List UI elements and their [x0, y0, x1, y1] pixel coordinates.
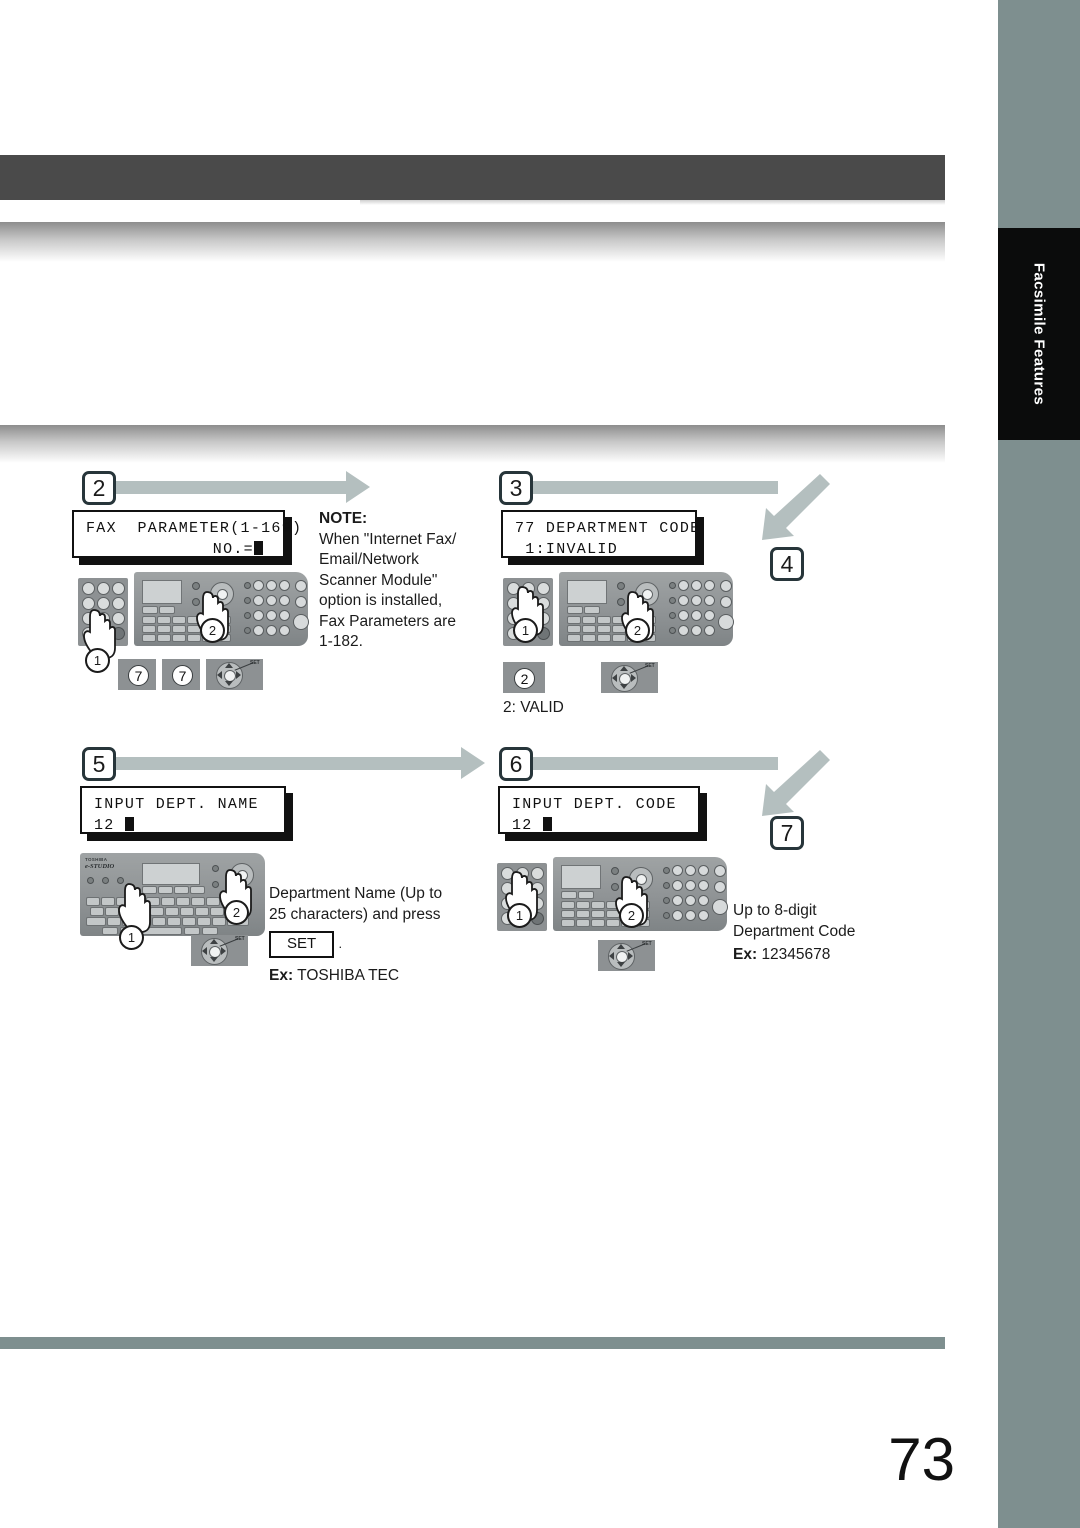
lcd-step-5: INPUT DEPT. NAME 12	[80, 786, 293, 841]
step6-example-label: Ex:	[733, 946, 758, 963]
footer-rule	[0, 1337, 945, 1349]
note-line-2: Email/Network	[319, 551, 419, 568]
step6-caption-line-1: Up to 8-digit	[733, 902, 817, 919]
arrow-step3-bend	[762, 474, 830, 540]
step-badge-3: 3	[499, 471, 533, 505]
setpad-label: SET	[645, 663, 655, 669]
note-block: NOTE: When "Internet Fax/ Email/Network …	[319, 509, 484, 653]
lcd-line-2: 12	[94, 817, 125, 834]
model-logo: e-STUDIO	[85, 863, 115, 870]
step5-caption-line-1: Department Name (Up to	[269, 885, 443, 902]
set-key-button[interactable]: SET	[269, 931, 335, 958]
lcd-step-2: FAX PARAMETER(1-169) NO.=	[72, 510, 303, 565]
arrow-step5-head	[461, 747, 485, 779]
sidebar-tab-label: Facsimile Features	[1030, 262, 1048, 406]
step6-caption: Up to 8-digit Department Code Ex: 123456…	[733, 901, 923, 966]
key-label: 7	[128, 665, 149, 686]
step5-caption-line-2: 25 characters) and press	[269, 905, 441, 923]
key-illustration-7-a: 7	[118, 659, 156, 690]
step-badge-7: 7	[770, 816, 804, 850]
panel-lcd	[142, 580, 182, 604]
gradient-band-middle	[0, 425, 945, 463]
lcd-line-1: INPUT DEPT. NAME	[94, 796, 259, 813]
note-line-1: When "Internet Fax/	[319, 530, 457, 548]
key-illustration-set-pad: SET	[206, 659, 263, 690]
arrow-step2-shaft	[116, 481, 346, 494]
step6-example-value: 12345678	[761, 946, 831, 963]
lcd-line-2: 1:INVALID	[515, 541, 619, 558]
key-illustration-2: 2	[503, 662, 545, 693]
step5-caption: Department Name (Up to 25 characters) an…	[269, 884, 469, 986]
lcd-step-6: INPUT DEPT. CODE 12	[498, 786, 707, 841]
step-badge-6: 6	[499, 747, 533, 781]
arrow-step6-shaft	[533, 757, 778, 770]
setpad-label: SET	[235, 936, 245, 942]
lcd-step-3: 77 DEPARTMENT CODE 1:INVALID	[501, 510, 704, 565]
hand-marker-2: 2	[224, 900, 249, 925]
hand-marker-2: 2	[619, 903, 644, 928]
step-badge-4: 4	[770, 547, 804, 581]
hand-marker-1: 1	[119, 925, 144, 950]
arrow-step5-shaft	[116, 757, 461, 770]
lcd-cursor-icon	[254, 541, 263, 555]
sidebar-tab-facsimile-features: Facsimile Features	[998, 228, 1080, 440]
key-label: 7	[172, 665, 193, 686]
key-illustration-set-pad: SET	[598, 940, 655, 971]
brand-logo: TOSHIBA	[85, 857, 108, 862]
setpad-label: SET	[250, 660, 260, 666]
note-line-6: 1-182.	[319, 633, 363, 650]
arrow-step6-bend	[762, 750, 830, 816]
hand-marker-1: 1	[507, 903, 532, 928]
hand-marker-1: 1	[85, 648, 110, 673]
set-key-suffix: .	[338, 936, 343, 951]
step5-example-label: Ex:	[269, 966, 294, 984]
lcd-line-1: INPUT DEPT. CODE	[512, 796, 677, 813]
step6-caption-line-2: Department Code	[733, 922, 856, 940]
note-line-4: option is installed,	[319, 592, 443, 609]
lcd-line-2: NO.=	[212, 541, 254, 558]
lcd-line-1: FAX PARAMETER(1-169)	[86, 520, 303, 537]
panel-lcd	[567, 580, 607, 604]
panel-lcd	[561, 865, 601, 889]
hand-marker-1: 1	[513, 618, 538, 643]
note-title: NOTE:	[319, 510, 368, 527]
lcd-line-2: 12	[512, 817, 543, 834]
lcd-line-1: 77 DEPARTMENT CODE	[515, 520, 701, 537]
page-number: 73	[888, 1426, 955, 1493]
step3-caption: 2: VALID	[503, 699, 564, 716]
arrow-step2-head	[346, 471, 370, 503]
step-badge-2: 2	[82, 471, 116, 505]
arrow-step3-shaft	[533, 481, 778, 494]
header-bar	[0, 155, 945, 200]
note-line-3: Scanner Module"	[319, 571, 438, 589]
key-illustration-7-b: 7	[162, 659, 200, 690]
header-bar-shadow	[360, 200, 945, 205]
note-line-5: Fax Parameters are	[319, 612, 456, 630]
step-badge-5: 5	[82, 747, 116, 781]
lcd-cursor-icon	[124, 817, 134, 831]
gradient-band-top	[0, 222, 945, 262]
key-label: 2	[514, 668, 535, 689]
lcd-cursor-icon	[542, 817, 552, 831]
setpad-label: SET	[642, 941, 652, 947]
key-illustration-set-pad: SET	[601, 662, 658, 693]
hand-marker-2: 2	[625, 618, 650, 643]
step5-example-value: TOSHIBA TEC	[297, 966, 400, 984]
hand-marker-2: 2	[200, 618, 225, 643]
key-illustration-set-pad: SET	[191, 935, 248, 966]
